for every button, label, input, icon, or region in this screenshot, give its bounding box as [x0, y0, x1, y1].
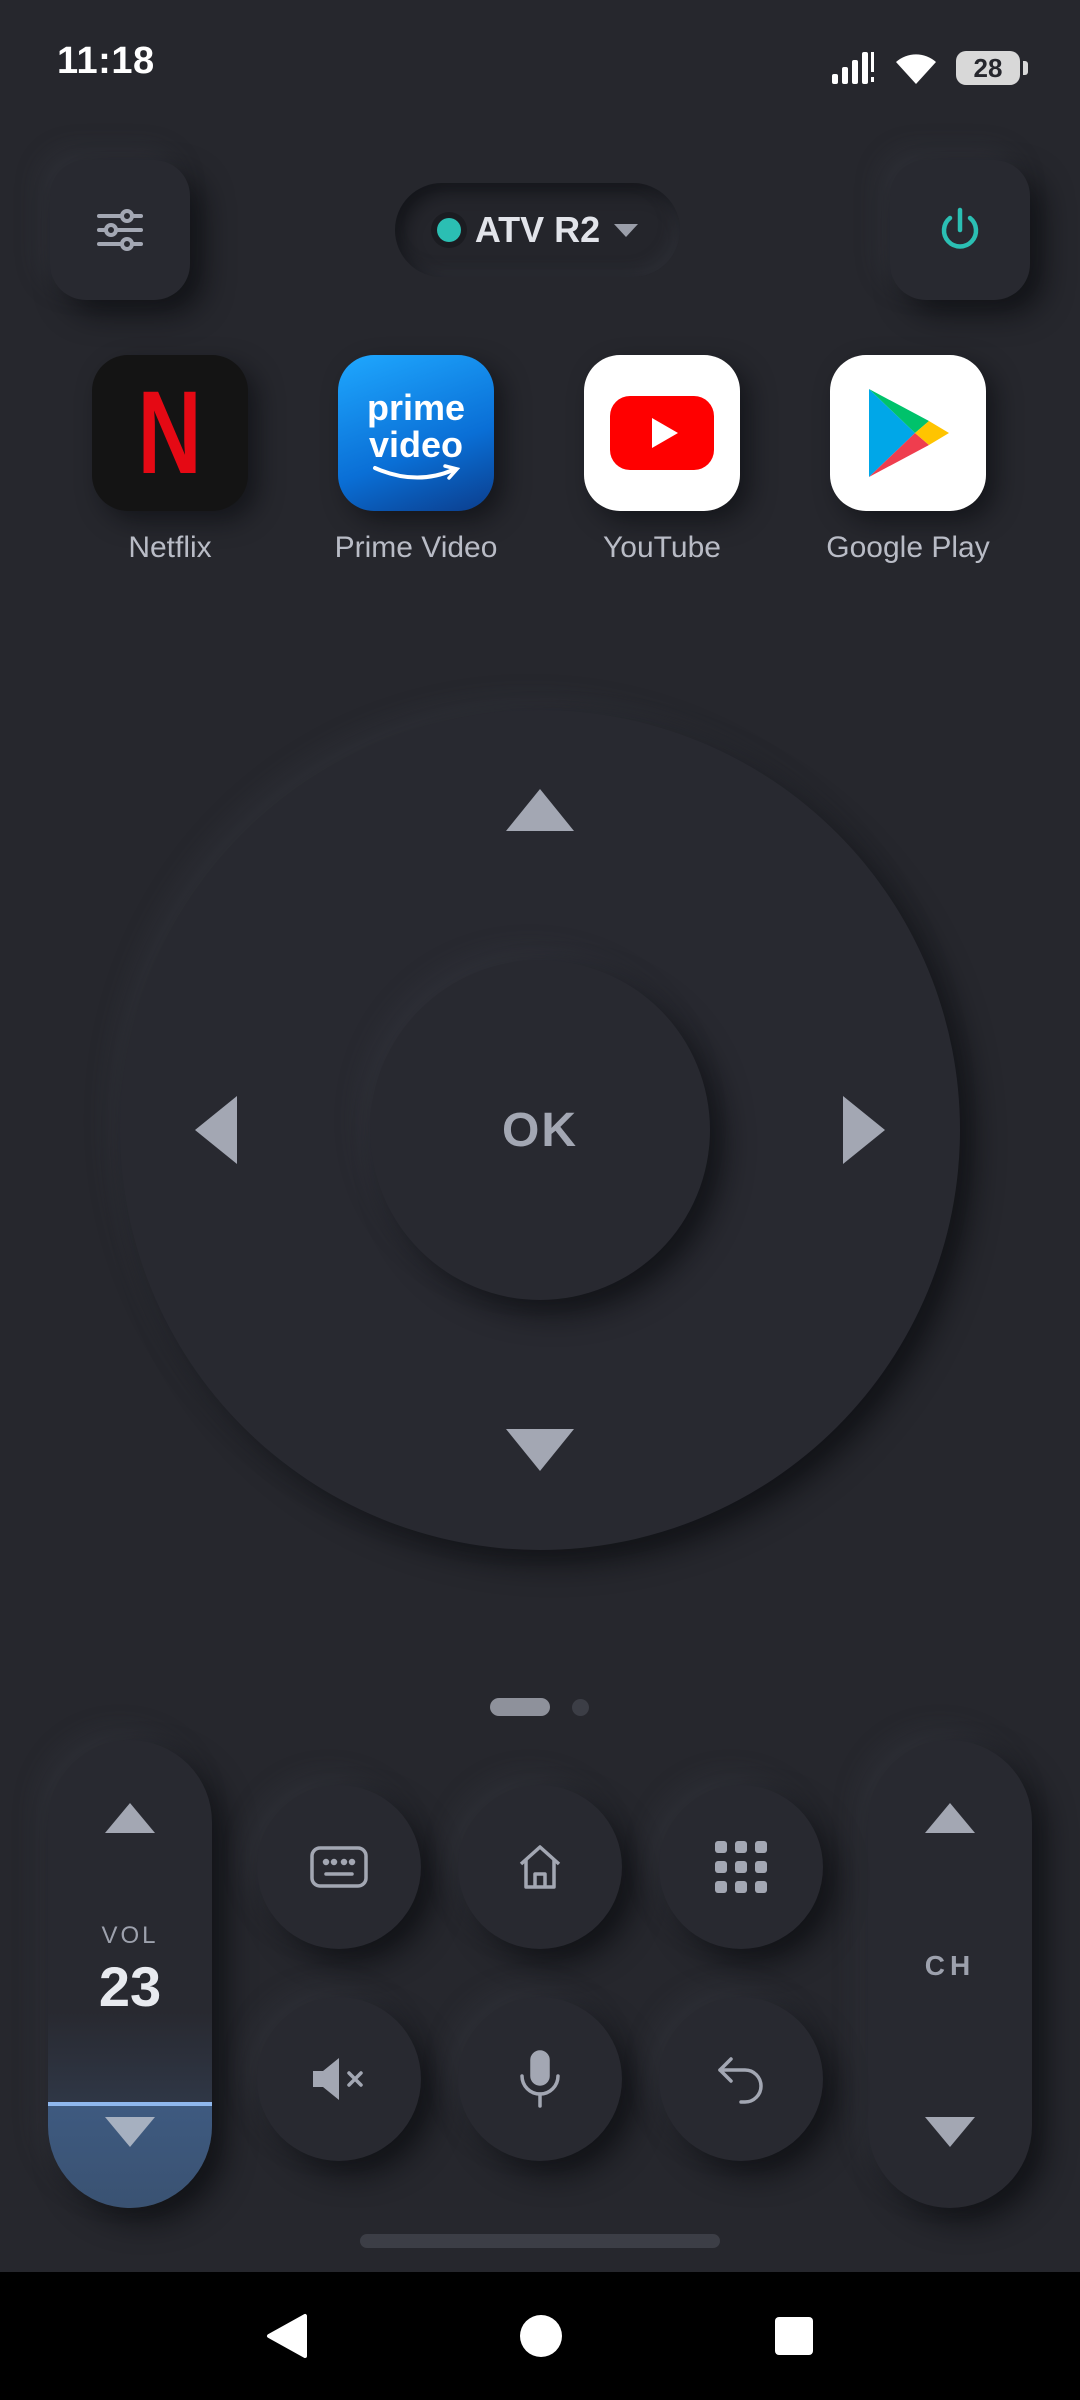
microphone-icon — [520, 2050, 560, 2108]
dpad-down-button[interactable] — [490, 1420, 590, 1480]
power-icon — [941, 207, 979, 249]
app-netflix[interactable]: N Netflix — [70, 355, 270, 565]
ok-label: OK — [502, 1103, 578, 1157]
gesture-handle[interactable] — [360, 2234, 720, 2248]
battery-icon: 28 — [956, 51, 1028, 85]
keyboard-button[interactable] — [257, 1785, 421, 1949]
battery-level: 28 — [973, 52, 1003, 83]
ok-button[interactable]: OK — [370, 960, 710, 1300]
nav-back-icon[interactable] — [265, 2312, 309, 2360]
status-time: 11:18 — [57, 40, 155, 82]
device-name: ATV R2 — [474, 209, 601, 250]
mute-button[interactable] — [257, 1997, 421, 2161]
nav-home-icon[interactable] — [518, 2313, 564, 2359]
app-label: Prime Video — [334, 531, 498, 564]
triangle-left-icon — [195, 1096, 237, 1164]
triangle-down-icon — [105, 2117, 155, 2147]
app-google-play[interactable]: Google Play — [808, 355, 1008, 565]
prime-video-icon: prime video — [338, 355, 494, 511]
netflix-icon: N — [92, 355, 248, 511]
triangle-down-icon — [925, 2117, 975, 2147]
app-label: YouTube — [603, 531, 721, 564]
signal-icon — [832, 52, 874, 84]
back-button[interactable] — [659, 1997, 823, 2161]
google-play-icon — [830, 355, 986, 511]
triangle-up-icon — [105, 1803, 155, 1833]
apps-grid-icon — [715, 1841, 767, 1893]
triangle-up-icon — [925, 1803, 975, 1833]
smile-arrow-icon — [373, 464, 461, 480]
home-button[interactable] — [458, 1785, 622, 1949]
wifi-icon — [896, 54, 936, 84]
home-icon — [519, 1845, 561, 1889]
page-indicator-inactive[interactable] — [572, 1699, 589, 1716]
triangle-up-icon — [506, 789, 574, 831]
volume-down-button[interactable] — [80, 2102, 180, 2162]
mute-icon — [313, 2058, 363, 2100]
settings-button[interactable] — [50, 160, 190, 300]
keyboard-icon — [310, 1846, 368, 1888]
youtube-icon — [584, 355, 740, 511]
system-navigation-bar — [0, 2272, 1080, 2400]
chevron-down-icon — [614, 223, 639, 237]
back-icon — [718, 2057, 763, 2104]
triangle-down-icon — [506, 1429, 574, 1471]
volume-label: VOL — [101, 1922, 159, 1949]
nav-recents-icon[interactable] — [773, 2315, 815, 2357]
channel-label: CH — [924, 1950, 976, 1981]
channel-down-button[interactable] — [900, 2102, 1000, 2162]
microphone-button[interactable] — [458, 1997, 622, 2161]
device-selector[interactable]: ATV R2 — [395, 183, 680, 277]
app-prime-video[interactable]: prime video Prime Video — [316, 355, 516, 565]
apps-grid-button[interactable] — [659, 1785, 823, 1949]
sliders-icon — [97, 209, 143, 251]
channel-up-button[interactable] — [900, 1788, 1000, 1848]
page-indicator-active[interactable] — [490, 1698, 550, 1716]
dpad-right-button[interactable] — [834, 1080, 894, 1180]
triangle-right-icon — [843, 1096, 885, 1164]
volume-up-button[interactable] — [80, 1788, 180, 1848]
status-icons: 28 — [830, 48, 1028, 88]
connection-status-dot — [436, 218, 461, 242]
volume-value: 23 — [98, 1955, 162, 2018]
app-youtube[interactable]: YouTube — [562, 355, 762, 565]
dpad-left-button[interactable] — [186, 1080, 246, 1180]
app-label: Google Play — [826, 531, 990, 564]
power-button[interactable] — [890, 160, 1030, 300]
app-label: Netflix — [128, 531, 212, 564]
dpad-up-button[interactable] — [490, 780, 590, 840]
